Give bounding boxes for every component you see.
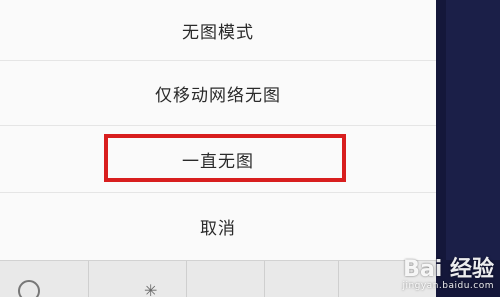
sheet-item-cancel[interactable]: 取消 <box>0 193 436 260</box>
baidu-jingyan-watermark: Bai 经验 jingyan.baidu.com <box>402 257 494 292</box>
toolbar-separator <box>186 261 187 297</box>
sheet-item-mobile-only-no-image[interactable]: 仅移动网络无图 <box>0 61 436 126</box>
right-dark-panel <box>436 0 500 297</box>
toolbar-separator <box>88 261 89 297</box>
circle-icon[interactable] <box>18 280 40 297</box>
sheet-item-label: 仅移动网络无图 <box>155 85 281 106</box>
watermark-logo: Bai 经验 <box>403 257 494 282</box>
toolbar-separator <box>264 261 265 297</box>
toolbar-separator <box>338 261 339 297</box>
sheet-item-label: 无图模式 <box>182 22 254 43</box>
highlight-box <box>104 134 346 182</box>
sheet-item-label: 取消 <box>200 219 236 239</box>
action-sheet: 无图模式 仅移动网络无图 一直无图 取消 <box>0 0 436 260</box>
bottom-toolbar: ✳ <box>0 260 436 297</box>
sun-icon[interactable]: ✳ <box>144 281 157 297</box>
right-dark-panel-inner <box>446 0 500 260</box>
watermark-url: jingyan.baidu.com <box>402 281 494 291</box>
sheet-item-no-image-mode[interactable]: 无图模式 <box>0 0 436 61</box>
